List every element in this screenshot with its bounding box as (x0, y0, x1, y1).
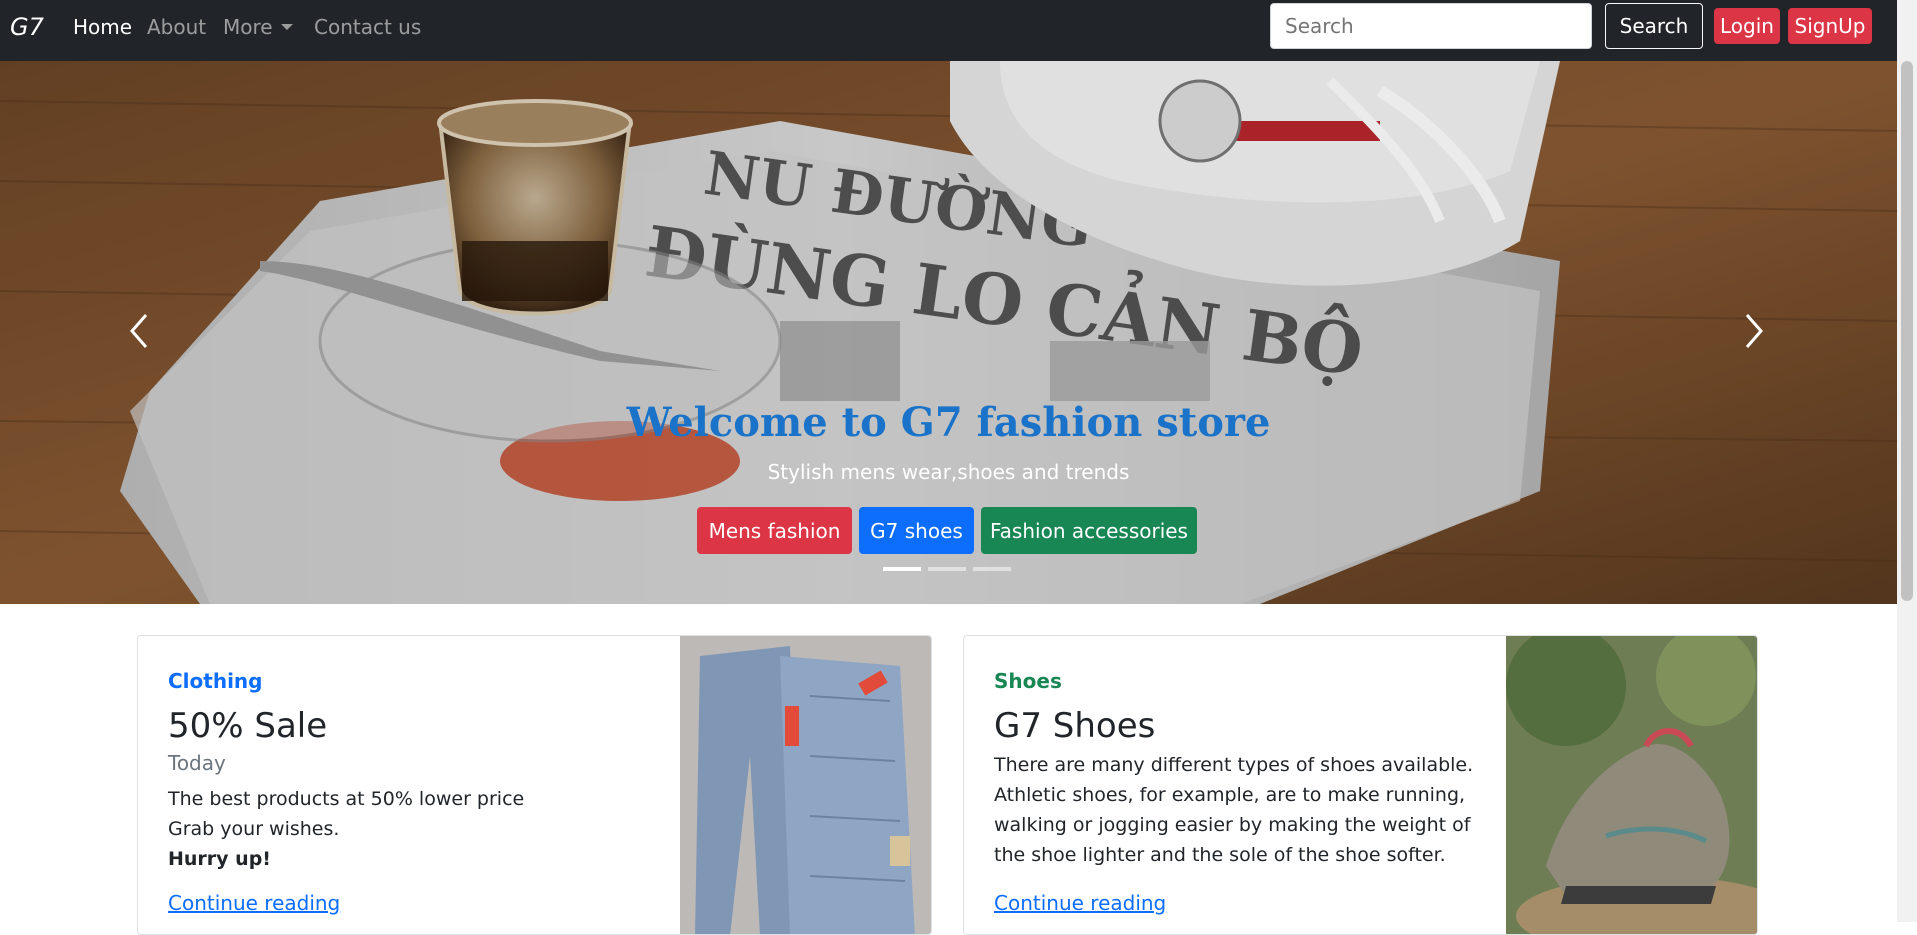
card-text-line: Grab your wishes. (168, 818, 340, 840)
page-scrollbar[interactable] (1897, 0, 1917, 922)
nav-contact[interactable]: Contact us (314, 15, 421, 39)
g7-shoes-button[interactable]: G7 shoes (859, 507, 974, 554)
card-emphasis: Hurry up! (168, 848, 271, 870)
card-category: Shoes (994, 669, 1062, 693)
nav-home[interactable]: Home (73, 15, 132, 39)
card-text-line: the shoe lighter and the sole of the sho… (994, 844, 1446, 866)
search-input[interactable] (1270, 3, 1592, 49)
top-navbar: G7 Home About More Contact us Search Log… (0, 0, 1917, 61)
carousel-prev-button[interactable] (126, 311, 152, 351)
scrollbar-thumb[interactable] (1901, 61, 1913, 601)
hero-carousel: ĐÙNG LO CẢN BỘ NU ĐƯỜNG Welcome to G7 fa… (0, 61, 1897, 604)
nav-about[interactable]: About (147, 15, 206, 39)
jeans-image (680, 636, 931, 934)
mens-fashion-button[interactable]: Mens fashion (697, 507, 852, 554)
card-date: Today (168, 751, 226, 775)
hero-title: Welcome to G7 fashion store (626, 399, 1271, 446)
card-text-line: The best products at 50% lower price (168, 788, 525, 810)
hiking-shoe-image (1506, 636, 1757, 934)
card-category: Clothing (168, 669, 263, 693)
card-title: 50% Sale (168, 706, 328, 746)
chevron-right-icon (1745, 314, 1763, 348)
chevron-left-icon (130, 314, 148, 348)
carousel-next-button[interactable] (1741, 311, 1767, 351)
card-text-line: Athletic shoes, for example, are to make… (994, 784, 1466, 806)
carousel-indicator[interactable] (973, 567, 1011, 571)
shoes-card: Shoes G7 Shoes There are many different … (963, 635, 1758, 935)
brand-logo[interactable]: G7 (10, 13, 44, 41)
clothing-card: Clothing 50% Sale Today The best product… (137, 635, 932, 935)
fashion-accessories-button[interactable]: Fashion accessories (981, 507, 1197, 554)
carousel-indicator[interactable] (928, 567, 966, 571)
hero-button-group: Mens fashion G7 shoes Fashion accessorie… (0, 507, 1897, 554)
nav-more-dropdown[interactable]: More (223, 15, 293, 39)
hero-subtitle: Stylish mens wear,shoes and trends (767, 460, 1130, 484)
continue-reading-link[interactable]: Continue reading (168, 891, 340, 915)
nav-more-label: More (223, 15, 273, 39)
login-button[interactable]: Login (1714, 8, 1780, 44)
search-button[interactable]: Search (1605, 3, 1703, 49)
continue-reading-link[interactable]: Continue reading (994, 891, 1166, 915)
signup-button[interactable]: SignUp (1788, 8, 1872, 44)
card-text-line: walking or jogging easier by making the … (994, 814, 1471, 836)
card-text-line: There are many different types of shoes … (994, 754, 1474, 776)
carousel-indicators (0, 567, 1897, 571)
card-title: G7 Shoes (994, 706, 1156, 746)
caret-down-icon (280, 24, 293, 30)
carousel-indicator[interactable] (883, 567, 921, 571)
